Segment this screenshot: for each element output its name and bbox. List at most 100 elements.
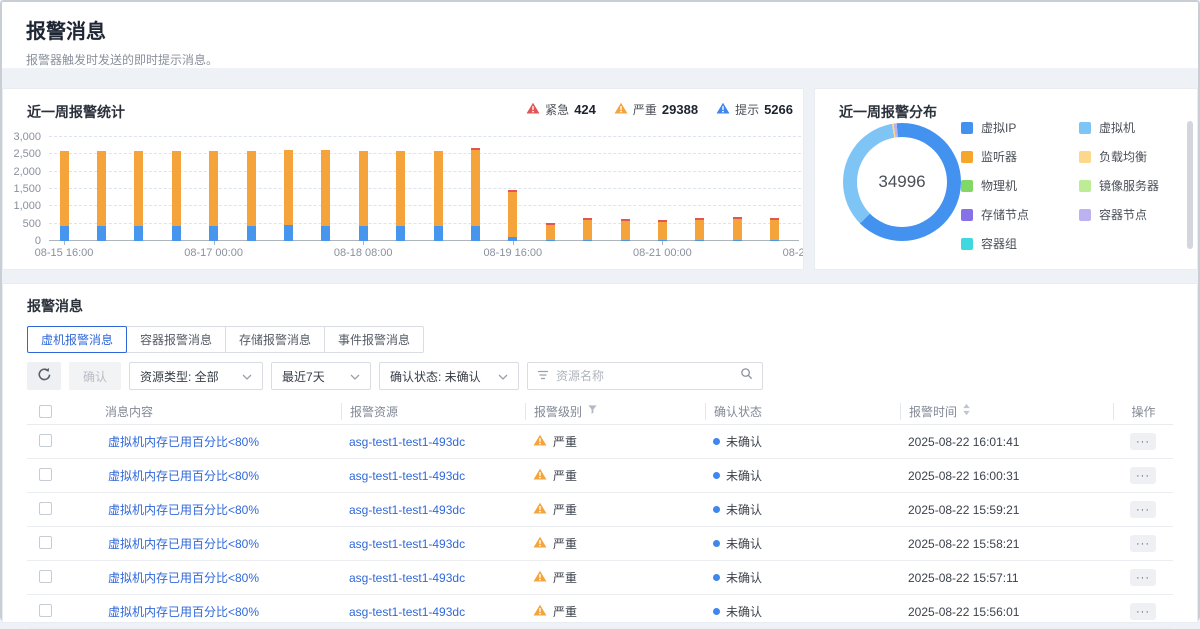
more-actions-button[interactable]: ··· <box>1130 433 1156 450</box>
row-checkbox[interactable] <box>39 434 52 447</box>
bar-20 <box>770 218 779 241</box>
x-axis-label: 08-22 08:00 <box>783 247 804 259</box>
resource-search-input[interactable] <box>556 369 733 383</box>
confirm-button[interactable]: 确认 <box>69 362 121 390</box>
bar-segment-严重 <box>658 222 667 240</box>
resource-link[interactable]: asg-test1-test1-493dc <box>349 503 465 517</box>
alarm-bar-chart: 05001,0001,5002,0002,5003,00008-15 16:00… <box>3 131 803 269</box>
stats-legend-value: 424 <box>574 102 596 117</box>
resource-link[interactable]: asg-test1-test1-493dc <box>349 571 465 585</box>
action-cell: ··· <box>1113 569 1173 586</box>
status-dot-icon <box>713 574 720 581</box>
legend-color-chip <box>961 122 973 134</box>
bar-7 <box>284 150 293 241</box>
row-checkbox[interactable] <box>39 468 52 481</box>
dist-legend-item-容器组: 容器组 <box>961 235 1079 252</box>
gridline-1000: 1,000 <box>49 205 804 206</box>
dist-legend-item-虚拟机: 虚拟机 <box>1079 119 1197 136</box>
bar-segment-严重 <box>284 150 293 225</box>
tab-虚机报警消息[interactable]: 虚机报警消息 <box>27 326 127 353</box>
level-text: 严重 <box>553 603 577 620</box>
tab-事件报警消息[interactable]: 事件报警消息 <box>324 326 424 353</box>
resource-cell: asg-test1-test1-493dc <box>341 469 525 483</box>
message-link[interactable]: 虚拟机内存已用百分比<80% <box>108 503 259 517</box>
bar-segment-严重 <box>97 151 106 226</box>
resource-link[interactable]: asg-test1-test1-493dc <box>349 537 465 551</box>
bar-11 <box>434 151 443 241</box>
row-checkbox-cell <box>27 536 97 552</box>
bar-segment-严重 <box>546 225 555 240</box>
message-link[interactable]: 虚拟机内存已用百分比<80% <box>108 469 259 483</box>
tab-容器报警消息[interactable]: 容器报警消息 <box>126 326 226 353</box>
stats-legend-value: 5266 <box>764 102 793 117</box>
bar-segment-严重 <box>733 219 742 240</box>
select-all-checkbox[interactable] <box>39 405 52 418</box>
warning-triangle-icon <box>716 102 730 117</box>
gridline-0: 0 <box>49 240 799 241</box>
y-axis-label: 0 <box>2 235 41 247</box>
resource-type-select[interactable]: 资源类型: 全部 <box>129 362 263 390</box>
refresh-button[interactable] <box>27 362 61 390</box>
time-range-select[interactable]: 最近7天 <box>271 362 371 390</box>
row-checkbox[interactable] <box>39 502 52 515</box>
bar-13 <box>508 190 517 241</box>
panel-scrollbar[interactable] <box>1187 121 1193 249</box>
level-cell: 严重 <box>525 433 705 450</box>
sort-icon[interactable] <box>962 403 971 419</box>
bar-10 <box>396 151 405 241</box>
bar-8 <box>321 150 330 241</box>
action-cell: ··· <box>1113 603 1173 620</box>
row-checkbox[interactable] <box>39 604 52 617</box>
dist-legend-label: 存储节点 <box>981 206 1029 223</box>
dist-legend-label: 负载均衡 <box>1099 148 1147 165</box>
resource-link[interactable]: asg-test1-test1-493dc <box>349 469 465 483</box>
refresh-icon <box>37 367 52 385</box>
message-link[interactable]: 虚拟机内存已用百分比<80% <box>108 435 259 449</box>
dist-legend-label: 容器节点 <box>1099 206 1147 223</box>
bar-segment-提示 <box>284 225 293 241</box>
chevron-down-icon <box>242 369 252 383</box>
x-axis-tick <box>363 241 364 245</box>
more-actions-button[interactable]: ··· <box>1130 603 1156 620</box>
alarm-time: 2025-08-22 16:01:41 <box>908 435 1019 449</box>
warning-triangle-icon <box>614 102 628 117</box>
x-axis-label: 08-21 00:00 <box>633 247 692 259</box>
table-row: 虚拟机内存已用百分比<80%asg-test1-test1-493dc严重未确认… <box>27 425 1173 459</box>
bar-1 <box>60 151 69 241</box>
bar-segment-严重 <box>247 151 256 226</box>
more-actions-button[interactable]: ··· <box>1130 467 1156 484</box>
x-axis-tick <box>513 241 514 245</box>
x-axis-tick <box>662 241 663 245</box>
message-link[interactable]: 虚拟机内存已用百分比<80% <box>108 605 259 619</box>
more-actions-button[interactable]: ··· <box>1130 535 1156 552</box>
status-dot-icon <box>713 540 720 547</box>
legend-color-chip <box>961 180 973 192</box>
row-checkbox[interactable] <box>39 536 52 549</box>
time-cell: 2025-08-22 15:58:21 <box>900 537 1113 551</box>
bar-6 <box>247 151 256 241</box>
bar-segment-提示 <box>621 240 630 241</box>
y-axis-label: 500 <box>2 218 41 230</box>
legend-color-chip <box>961 238 973 250</box>
bar-plot-area: 05001,0001,5002,0002,5003,00008-15 16:00… <box>49 137 799 241</box>
more-actions-button[interactable]: ··· <box>1130 501 1156 518</box>
tab-存储报警消息[interactable]: 存储报警消息 <box>225 326 325 353</box>
confirm-status-select[interactable]: 确认状态: 未确认 <box>379 362 519 390</box>
y-axis-label: 3,000 <box>2 131 41 143</box>
resource-link[interactable]: asg-test1-test1-493dc <box>349 435 465 449</box>
x-axis-label: 08-19 16:00 <box>483 247 542 259</box>
filter-funnel-icon[interactable] <box>587 404 598 418</box>
legend-color-chip <box>961 209 973 221</box>
charts-row: 近一周报警统计 紧急424严重29388提示5266 05001,0001,50… <box>2 88 1198 270</box>
dist-legend-label: 虚拟IP <box>981 119 1016 136</box>
more-actions-button[interactable]: ··· <box>1130 569 1156 586</box>
message-link[interactable]: 虚拟机内存已用百分比<80% <box>108 537 259 551</box>
stats-legend-label: 严重 <box>633 101 657 118</box>
table-row: 虚拟机内存已用百分比<80%asg-test1-test1-493dc严重未确认… <box>27 561 1173 595</box>
bar-segment-提示 <box>247 226 256 241</box>
row-checkbox[interactable] <box>39 570 52 583</box>
resource-link[interactable]: asg-test1-test1-493dc <box>349 605 465 619</box>
bar-19 <box>733 217 742 241</box>
alarm-table: 消息内容 报警资源 报警级别 确认状态 报警时间 操作 虚拟机内存已 <box>27 398 1173 629</box>
message-link[interactable]: 虚拟机内存已用百分比<80% <box>108 571 259 585</box>
